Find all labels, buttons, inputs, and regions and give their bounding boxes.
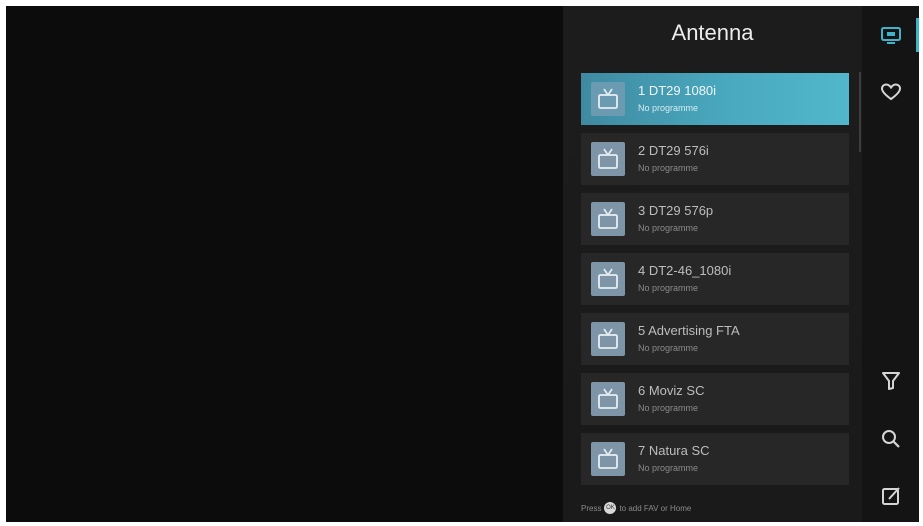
search-button[interactable]	[880, 428, 902, 450]
channel-programme: No programme	[638, 343, 699, 353]
tv-channel-icon	[591, 142, 625, 176]
heart-icon	[880, 83, 902, 101]
panel-title: Antenna	[671, 20, 754, 45]
channel-list: 1 DT29 1080i No programme 2 DT29 576i No…	[581, 73, 849, 493]
tv-channel-icon	[591, 442, 625, 476]
edit-icon	[882, 487, 900, 505]
channel-programme: No programme	[638, 103, 699, 113]
channel-item[interactable]: 4 DT2-46_1080i No programme	[581, 253, 849, 305]
channel-programme: No programme	[638, 163, 699, 173]
channel-item[interactable]: 3 DT29 576p No programme	[581, 193, 849, 245]
channel-list-panel: Antenna 1 DT29 1080i No programme 2 DT29…	[563, 6, 862, 522]
tv-channel-icon	[591, 82, 625, 116]
tv-channel-icon	[591, 382, 625, 416]
edit-button[interactable]	[880, 485, 902, 507]
channel-name: 5 Advertising FTA	[638, 323, 740, 338]
channel-name: 2 DT29 576i	[638, 143, 709, 158]
active-indicator	[916, 18, 919, 52]
channel-programme: No programme	[638, 283, 699, 293]
tv-channel-icon	[591, 262, 625, 296]
channel-programme: No programme	[638, 223, 699, 233]
channel-programme: No programme	[638, 403, 699, 413]
filter-button[interactable]	[880, 370, 902, 392]
channel-programme: No programme	[638, 463, 699, 473]
filter-icon	[882, 372, 900, 390]
scrollbar[interactable]	[859, 72, 861, 152]
tv-channel-icon	[591, 202, 625, 236]
channel-name: 1 DT29 1080i	[638, 83, 717, 98]
channel-name: 7 Natura SC	[638, 443, 710, 458]
side-menu	[862, 6, 919, 522]
search-icon	[882, 430, 900, 448]
favorites-button[interactable]	[880, 81, 902, 103]
channel-item[interactable]: 5 Advertising FTA No programme	[581, 313, 849, 365]
hint-suffix: to add FAV or Home	[619, 503, 692, 513]
ok-key-icon: OK	[604, 502, 617, 514]
tv-list-icon	[881, 27, 901, 44]
tv-channel-icon	[591, 322, 625, 356]
hint-prefix: Press	[581, 503, 602, 513]
channel-item[interactable]: 1 DT29 1080i No programme	[581, 73, 849, 125]
tv-list-button[interactable]	[880, 24, 902, 46]
tv-screen: Antenna 1 DT29 1080i No programme 2 DT29…	[6, 6, 919, 522]
hint-text: Press OK to add FAV or Home	[581, 502, 691, 514]
channel-name: 6 Moviz SC	[638, 383, 705, 398]
channel-item[interactable]: 2 DT29 576i No programme	[581, 133, 849, 185]
channel-item[interactable]: 7 Natura SC No programme	[581, 433, 849, 485]
channel-name: 3 DT29 576p	[638, 203, 714, 218]
channel-item[interactable]: 6 Moviz SC No programme	[581, 373, 849, 425]
video-preview	[6, 6, 563, 522]
channel-name: 4 DT2-46_1080i	[638, 263, 732, 278]
